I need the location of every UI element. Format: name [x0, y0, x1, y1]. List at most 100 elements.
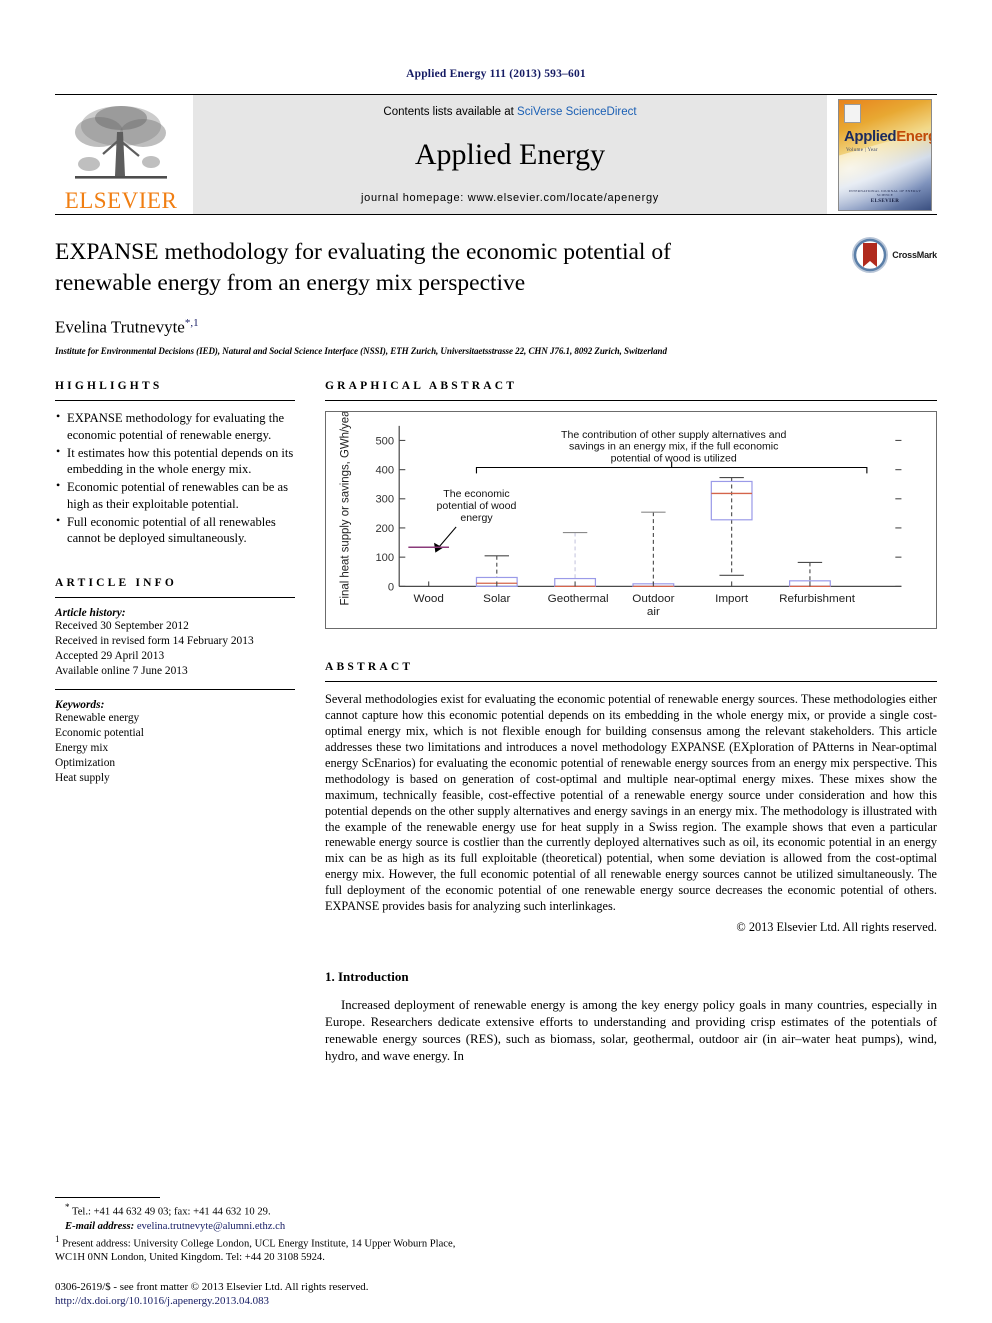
abstract-heading: Abstract: [325, 661, 414, 674]
article-info-block: Article info Article history: Received 3…: [55, 577, 295, 785]
wood-annotation-text: The economic potential of wood energy: [437, 489, 517, 524]
box-import: [710, 477, 753, 576]
x-tick-label-geothermal: Geothermal: [548, 594, 609, 606]
footnotes-block: * Tel.: +41 44 632 49 03; fax: +41 44 63…: [55, 1197, 475, 1265]
article-history-item: Available online 7 June 2013: [55, 664, 188, 677]
svg-text:400: 400: [375, 465, 394, 477]
issn-block: 0306-2619/$ - see front matter © 2013 El…: [55, 1280, 575, 1307]
highlights-list: EXPANSE methodology for evaluating the e…: [55, 409, 295, 547]
footnote-rule: [55, 1197, 160, 1199]
footnote-marker-1: 1: [55, 1233, 60, 1244]
author-name: Evelina Trutnevyte: [55, 317, 185, 337]
author-footnote-marks: *,1: [184, 316, 199, 329]
svg-text:0: 0: [388, 582, 394, 594]
boxplot-svg: 0 100 200 300 400 500 Final heat supply …: [339, 412, 902, 619]
issn-line: 0306-2619/$ - see front matter © 2013 El…: [55, 1281, 369, 1294]
x-tick-label-import: Import: [715, 594, 749, 606]
sciencedirect-link[interactable]: SciVerse ScienceDirect: [517, 106, 637, 118]
article-history-label: Article history:: [55, 607, 126, 620]
author-line: Evelina Trutnevyte*,1: [55, 317, 937, 338]
elsevier-logo: ELSEVIER: [55, 95, 187, 214]
x-tick-label-outdoor: Outdoor: [632, 594, 674, 606]
cover-elsevier-mark-icon: [844, 103, 861, 123]
y-axis-label: Final heat supply or savings, GWh/year: [339, 412, 351, 605]
footnote-tel-text: Tel.: +41 44 632 49 03; fax: +41 44 632 …: [71, 1206, 271, 1218]
svg-text:100: 100: [375, 552, 394, 564]
cover-footer-publisher: ELSEVIER: [870, 198, 900, 204]
keyword-item: Optimization: [55, 756, 116, 769]
graphical-abstract-figure: 0 100 200 300 400 500 Final heat supply …: [325, 411, 937, 630]
x-tick-marks: [428, 581, 811, 587]
keyword-item: Heat supply: [55, 771, 110, 784]
doi-link[interactable]: http://dx.doi.org/10.1016/j.apenergy.201…: [55, 1295, 575, 1307]
cover-title: AppliedEnergy: [844, 127, 931, 145]
svg-text:500: 500: [375, 436, 394, 448]
right-column: Graphical abstract: [325, 380, 937, 1065]
contents-prefix: Contents lists available at: [383, 106, 518, 118]
list-item: Economic potential of renewables can be …: [55, 478, 295, 512]
svg-text:The economic: The economic: [443, 489, 509, 500]
footnote-email-label: E-mail address:: [65, 1220, 135, 1232]
running-head: Applied Energy 111 (2013) 593–601: [406, 68, 586, 80]
cover-image: AppliedEnergy Volume | Year INTERNATIONA…: [838, 98, 932, 211]
svg-text:300: 300: [375, 494, 394, 506]
journal-homepage-link[interactable]: journal homepage: www.elsevier.com/locat…: [361, 192, 659, 204]
keywords-rule: [55, 689, 295, 691]
svg-text:potential of wood: potential of wood: [437, 501, 517, 512]
highlights-heading: Highlights: [55, 380, 163, 393]
journal-cover-thumbnail: AppliedEnergy Volume | Year INTERNATIONA…: [833, 95, 937, 214]
keyword-item: Energy mix: [55, 742, 109, 754]
footnote-present-address-text: Present address: University College Lond…: [55, 1238, 456, 1264]
affiliation: Institute for Environmental Decisions (I…: [55, 346, 667, 357]
list-item: Full economic potential of all renewable…: [55, 513, 295, 547]
boxplot-chart: 0 100 200 300 400 500 Final heat supply …: [325, 411, 937, 630]
svg-text:energy: energy: [460, 513, 493, 524]
introduction-section: 1. Introduction Increased deployment of …: [325, 969, 937, 1065]
footnote-present-address: 1 Present address: University College Lo…: [55, 1234, 475, 1265]
svg-text:savings in an energy mix, if t: savings in an energy mix, if the full ec…: [569, 442, 778, 453]
crossmark-badge[interactable]: CrossMark: [852, 237, 937, 273]
masthead-bottom-rule: [55, 214, 937, 215]
masthead-center: Contents lists available at SciVerse Sci…: [193, 95, 827, 214]
x-tick-label-solar: Solar: [483, 594, 510, 606]
list-item: EXPANSE methodology for evaluating the e…: [55, 409, 295, 443]
abstract-text: Several methodologies exist for evaluati…: [325, 692, 937, 914]
cover-footer-small: INTERNATIONAL JOURNAL OF ENERGY SCIENCE: [848, 188, 922, 197]
x-tick-label-wood: Wood: [414, 594, 444, 606]
svg-text:potential of wood is utilized: potential of wood is utilized: [611, 454, 737, 465]
x-tick-label-air: air: [647, 606, 660, 618]
graphical-abstract-heading: Graphical abstract: [325, 380, 518, 393]
svg-text:The contribution of other supp: The contribution of other supply alterna…: [561, 430, 787, 441]
highlights-rule: [55, 400, 295, 402]
footnote-email-link[interactable]: evelina.trutnevyte@alumni.ethz.ch: [137, 1221, 285, 1232]
abstract-copyright: © 2013 Elsevier Ltd. All rights reserved…: [736, 920, 937, 935]
elsevier-tree-icon: [75, 106, 167, 179]
paper-page: Applied Energy 111 (2013) 593–601 ELSEVI…: [0, 0, 992, 1323]
list-item: It estimates how this potential depends …: [55, 444, 295, 478]
elsevier-wordmark: ELSEVIER: [64, 188, 178, 213]
svg-text:200: 200: [375, 523, 394, 535]
journal-title: Applied Energy: [414, 138, 606, 171]
left-column: Highlights EXPANSE methodology for evalu…: [55, 380, 295, 1065]
cover-subtitle: Volume | Year: [846, 147, 878, 153]
article-info-rule: [55, 597, 295, 599]
keyword-item: Renewable energy: [55, 712, 140, 725]
x-tick-label-refurbishment: Refurbishment: [779, 594, 856, 606]
crossmark-label: CrossMark: [892, 250, 937, 260]
keyword-item: Economic potential: [55, 727, 144, 740]
graphical-abstract-rule: [325, 400, 937, 402]
cover-footer: INTERNATIONAL JOURNAL OF ENERGY SCIENCE …: [844, 189, 927, 204]
crossmark-icon: [852, 237, 889, 273]
footnote-email: E-mail address: evelina.trutnevyte@alumn…: [55, 1220, 475, 1234]
content-columns: Highlights EXPANSE methodology for evalu…: [55, 380, 937, 1065]
bracket-annotation-text: The contribution of other supply alterna…: [561, 430, 787, 465]
footnote-tel: * Tel.: +41 44 632 49 03; fax: +41 44 63…: [55, 1202, 475, 1220]
title-block: EXPANSE methodology for evaluating the e…: [55, 237, 937, 356]
abstract-block: Abstract Several methodologies exist for…: [325, 661, 937, 935]
article-history-item: Received 30 September 2012: [55, 620, 189, 633]
footnote-asterisk: *: [65, 1202, 70, 1213]
journal-masthead: ELSEVIER Contents lists available at Sci…: [55, 94, 937, 214]
keywords-label: Keywords:: [55, 699, 105, 712]
x-tick-labels: Wood Solar Geothermal Outdoor air Import…: [414, 594, 856, 619]
article-info-heading: Article info: [55, 577, 178, 590]
